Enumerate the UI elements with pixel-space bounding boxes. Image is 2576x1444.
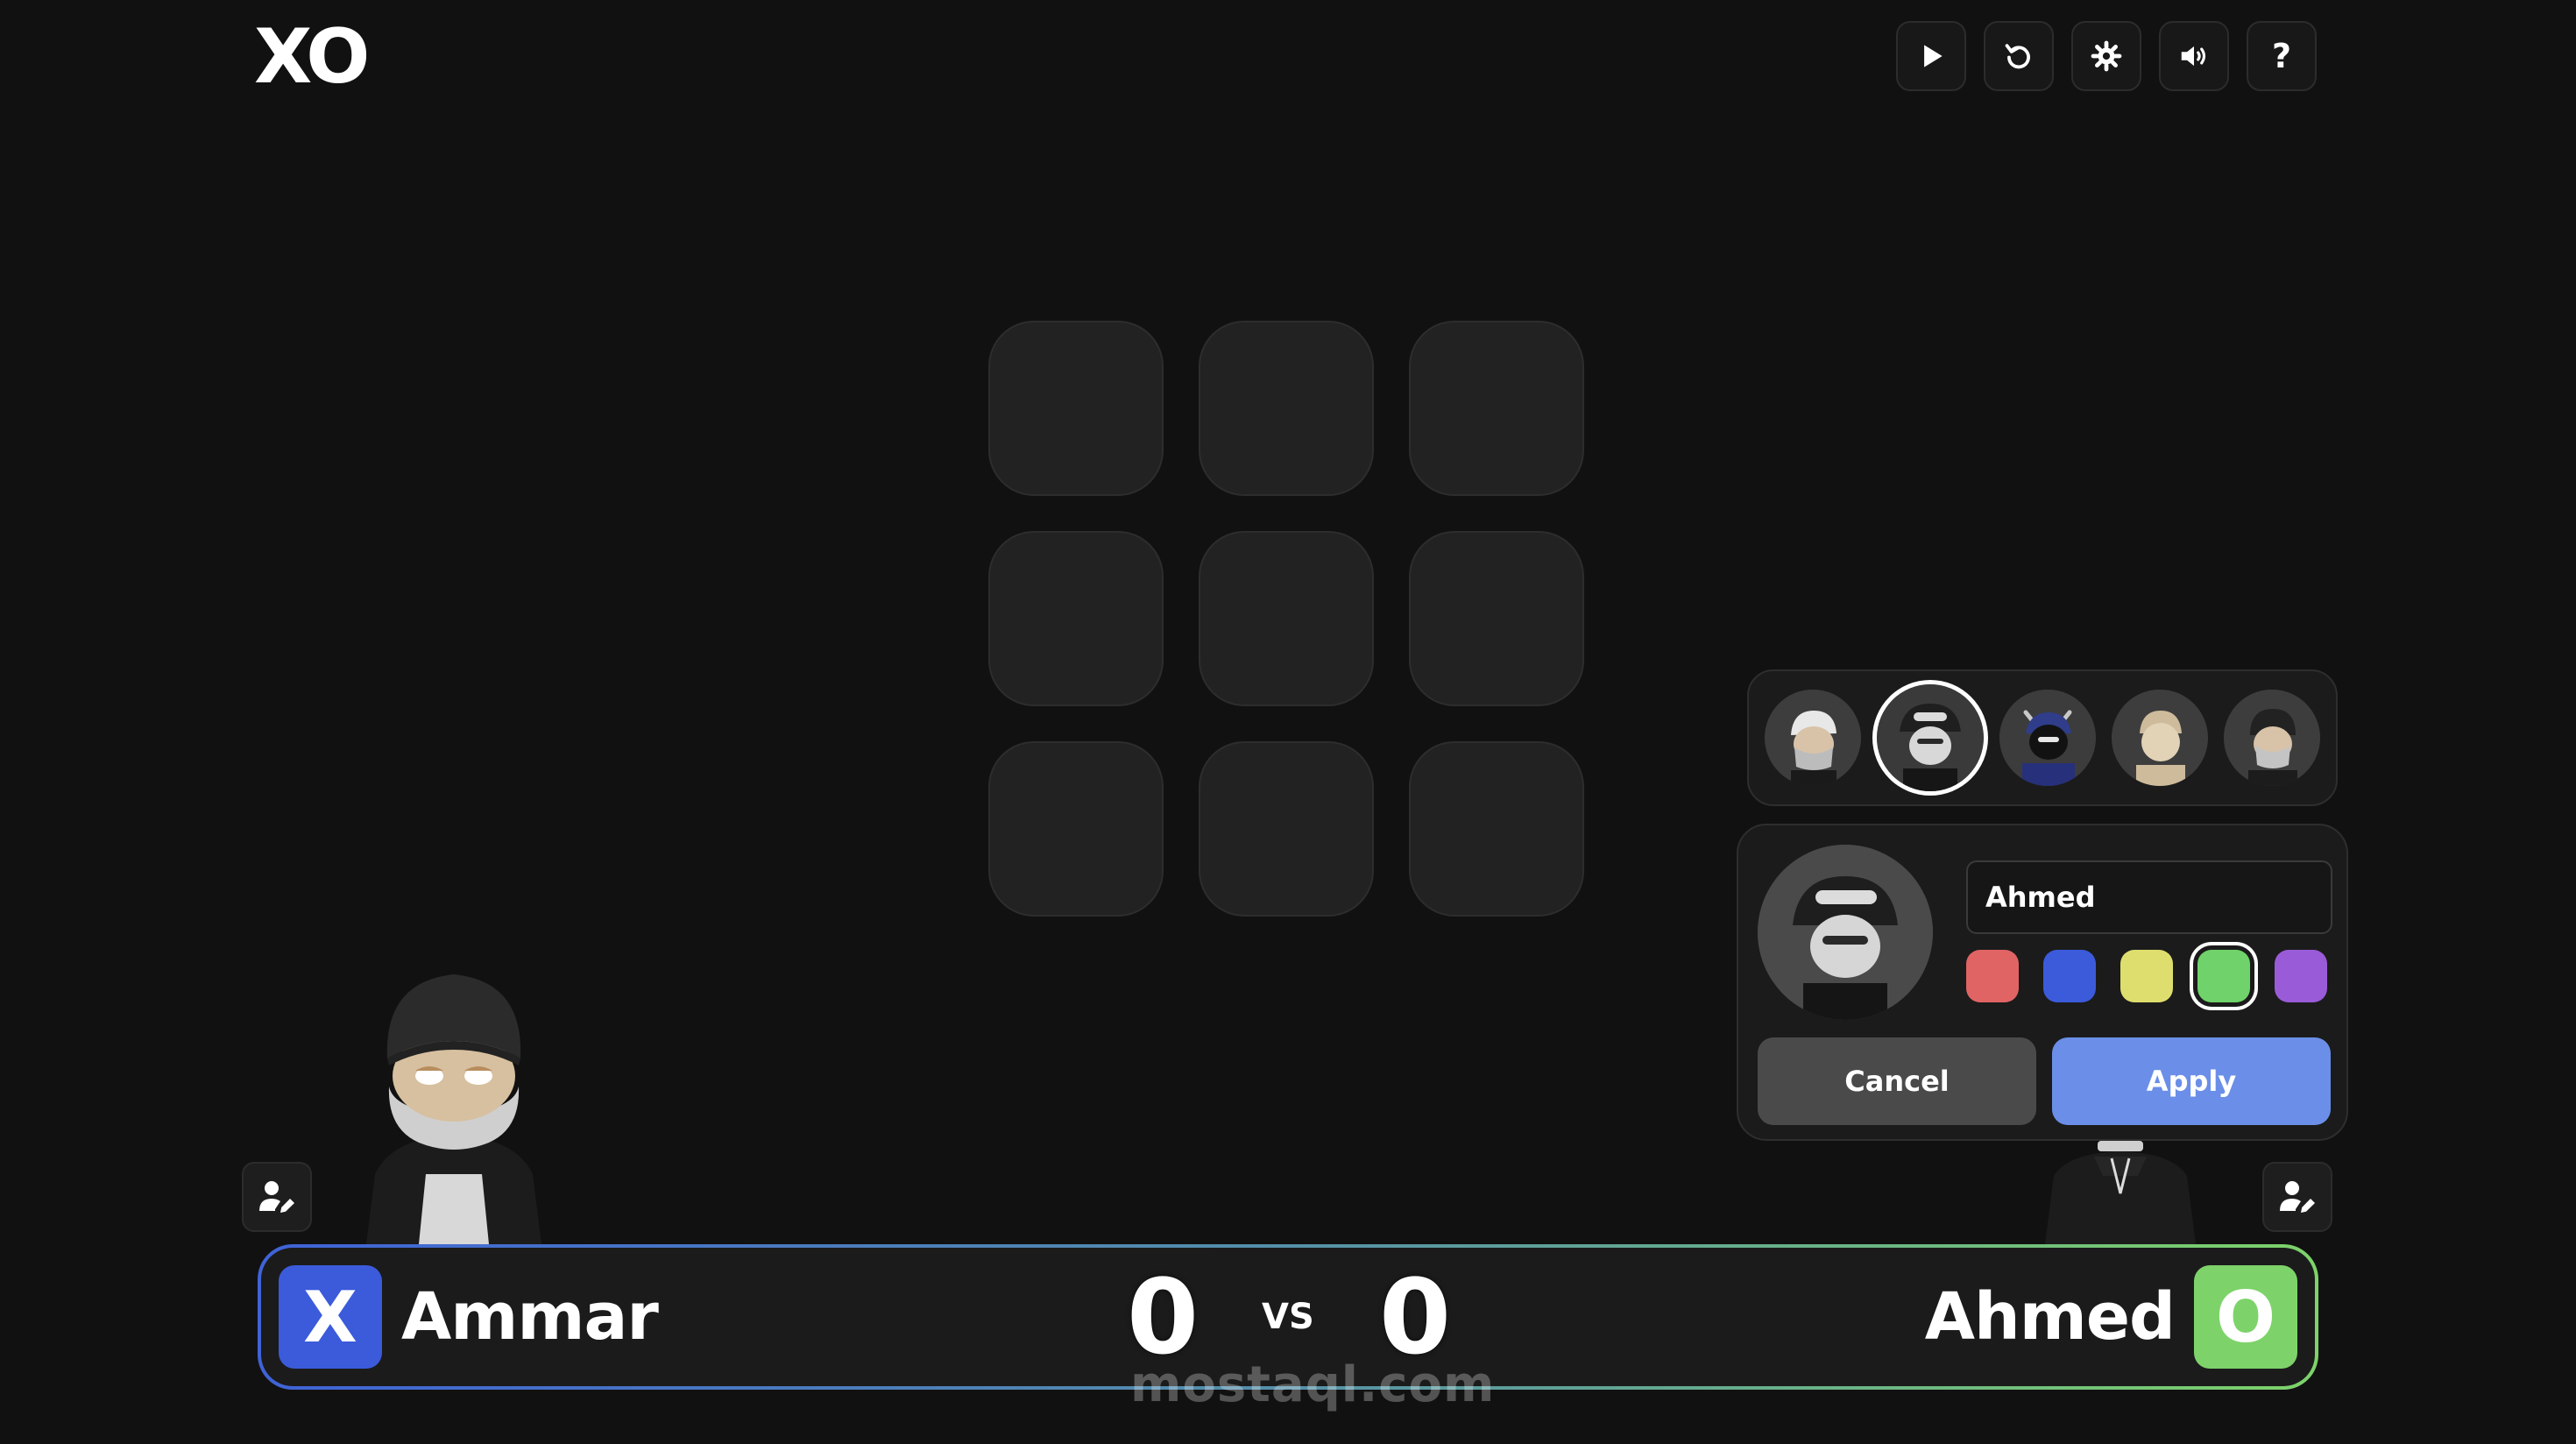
- app-logo: XO: [254, 13, 370, 101]
- board-cell[interactable]: [988, 741, 1164, 917]
- color-swatch-red[interactable]: [1966, 950, 2019, 1002]
- board-cell[interactable]: [1199, 741, 1374, 917]
- board-cell[interactable]: [1199, 531, 1374, 706]
- color-swatch-yellow[interactable]: [2120, 950, 2173, 1002]
- player1-character: [357, 955, 550, 1244]
- avatar-cap-mask-icon: [1765, 690, 1861, 786]
- color-swatch-green[interactable]: [2197, 950, 2250, 1002]
- game-board: [988, 321, 1584, 917]
- color-swatches: [1966, 950, 2327, 1002]
- player2-character: [2033, 1141, 2208, 1244]
- color-swatch-blue[interactable]: [2043, 950, 2096, 1002]
- avatar-bucket-hat-icon: [1877, 684, 1984, 791]
- board-cell[interactable]: [988, 321, 1164, 496]
- avatar-option-beanie-mask[interactable]: [2224, 690, 2320, 786]
- bucket-hat-character-icon: [2045, 1141, 2196, 1244]
- avatar-blue-horned-icon: [1999, 690, 2096, 786]
- help-icon: ?: [2271, 37, 2292, 75]
- avatar-bucket-hat-icon: [1758, 845, 1933, 1020]
- player1-mark-badge: X: [279, 1265, 382, 1369]
- color-swatch-purple[interactable]: [2275, 950, 2327, 1002]
- restart-icon: [2005, 44, 2030, 69]
- player-name-input[interactable]: [1966, 860, 2332, 934]
- restart-button[interactable]: [1984, 21, 2054, 91]
- watermark-text: mostaql.com: [1130, 1356, 1496, 1413]
- player2-name: Ahmed: [1924, 1279, 2176, 1355]
- board-cell[interactable]: [1409, 321, 1584, 496]
- avatar-option-cap-mask[interactable]: [1765, 690, 1861, 786]
- cancel-button[interactable]: Cancel: [1758, 1037, 2036, 1125]
- board-cell[interactable]: [1409, 741, 1584, 917]
- avatar-option-blue-horned[interactable]: [1999, 690, 2096, 786]
- player2-mark-badge: O: [2194, 1265, 2297, 1369]
- player1-name: Ammar: [401, 1279, 659, 1355]
- avatar-picker: [1747, 669, 2338, 806]
- user-edit-icon: [2280, 1181, 2315, 1213]
- user-edit-icon: [259, 1181, 294, 1213]
- board-cell[interactable]: [1199, 321, 1374, 496]
- selected-avatar-preview: [1758, 845, 1933, 1020]
- profile-editor-panel: Cancel Apply: [1737, 824, 2348, 1141]
- help-button[interactable]: ?: [2247, 21, 2317, 91]
- edit-player1-button[interactable]: [242, 1162, 312, 1232]
- edit-player2-button[interactable]: [2262, 1162, 2332, 1232]
- play-icon: [1924, 45, 1943, 67]
- sound-button[interactable]: [2159, 21, 2229, 91]
- avatar-option-beige[interactable]: [2112, 690, 2208, 786]
- avatar-beige-icon: [2112, 690, 2208, 786]
- sound-icon: [2181, 46, 2206, 67]
- top-toolbar: ?: [1896, 21, 2317, 91]
- board-cell[interactable]: [988, 531, 1164, 706]
- beanie-character-icon: [366, 974, 541, 1244]
- settings-gear-icon: [2091, 40, 2122, 72]
- settings-button[interactable]: [2071, 21, 2141, 91]
- apply-button[interactable]: Apply: [2052, 1037, 2331, 1125]
- vs-label: VS: [1262, 1297, 1314, 1337]
- play-button[interactable]: [1896, 21, 1966, 91]
- avatar-beanie-mask-icon: [2224, 690, 2320, 786]
- board-cell[interactable]: [1409, 531, 1584, 706]
- avatar-option-bucket-hat[interactable]: [1877, 684, 1984, 791]
